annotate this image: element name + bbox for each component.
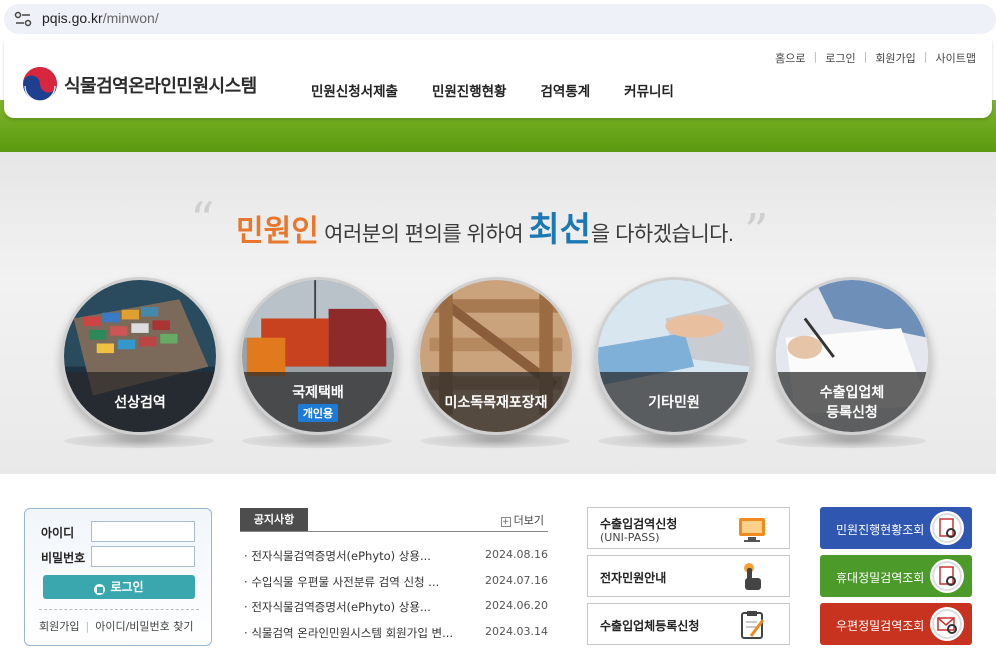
nav-item-application[interactable]: 민원신청서제출: [311, 80, 398, 100]
circle-label: 선상검역: [64, 372, 216, 432]
circle-label: 미소독목재포장재: [420, 372, 572, 432]
circle-shadow: [64, 434, 214, 448]
circle-shadow: [242, 434, 392, 448]
e-civil-guide-button[interactable]: 전자민원안내: [587, 555, 790, 597]
find-account-link[interactable]: 아이디/비밀번호 찾기: [95, 620, 193, 633]
notice-list: · 전자식물검역증명서(ePhyto) 상용... 2024.08.16 · 수입…: [244, 548, 548, 650]
login-box: 아이디 비밀번호 ■ 로그인 회원가입 | 아이디/비밀번호 찾기: [24, 508, 212, 646]
util-login-link[interactable]: 로그인: [825, 50, 855, 66]
slogan: “ 민원인 여러분의 편의를 위하여 최선을 다하겠습니다. ”: [190, 196, 790, 256]
more-link[interactable]: + 더보기: [500, 512, 544, 528]
nav-item-statistics[interactable]: 검역통계: [540, 80, 590, 100]
civil-progress-lookup-button[interactable]: 민원진행현황조회: [820, 507, 972, 549]
main-nav: 민원신청서제출 민원진행현황 검역통계 커뮤니티: [311, 80, 708, 100]
join-link[interactable]: 회원가입: [39, 620, 79, 633]
government-emblem-icon[interactable]: [22, 66, 58, 102]
util-sitemap-link[interactable]: 사이트맵: [936, 50, 976, 66]
slogan-text: 민원인 여러분의 편의를 위하여 최선을 다하겠습니다.: [236, 211, 734, 249]
id-label: 아이디: [41, 526, 75, 540]
wood-packaging-circle[interactable]: 미소독목재포장재: [417, 277, 575, 435]
document-search-icon: [930, 559, 964, 593]
circle-label: 국제택배 개인용: [242, 372, 394, 432]
touch-hand-icon: [744, 563, 761, 590]
notice-tab[interactable]: 공지사항: [240, 508, 308, 531]
company-registration-circle[interactable]: 수출입업체 등록신청: [773, 277, 931, 435]
list-item[interactable]: · 수입식물 우편물 사전분류 검역 신청 ... 2024.07.16: [244, 574, 548, 600]
id-input[interactable]: [91, 521, 195, 542]
carry-on-inspection-lookup-button[interactable]: 휴대정밀검역조회: [820, 555, 972, 597]
close-quote-icon: ”: [744, 204, 769, 260]
url-text: pqis.go.kr/minwon/: [42, 10, 159, 26]
export-import-inspection-button[interactable]: 수출입검역신청 (UNI-PASS): [587, 507, 790, 549]
password-label: 비밀번호: [41, 551, 86, 565]
password-input[interactable]: [91, 546, 195, 567]
site-header: 식물검역온라인민원시스템 홈으로 | 로그인 | 회원가입 | 사이트맵 민원신청서제…: [4, 40, 992, 118]
circle-label: 수출입업체 등록신청: [776, 372, 928, 432]
postal-inspection-lookup-button[interactable]: 우편정밀검역조회: [820, 603, 972, 645]
clipboard-pen-icon: [741, 611, 765, 639]
divider: [240, 531, 548, 532]
company-registration-button[interactable]: 수출입업체등록신청: [587, 603, 790, 645]
ship-inspection-circle[interactable]: 선상검역: [61, 277, 219, 435]
personal-badge: 개인용: [297, 404, 339, 422]
site-title[interactable]: 식물검역온라인민원시스템: [64, 72, 257, 98]
open-quote-icon: “: [190, 192, 215, 248]
list-item[interactable]: · 전자식물검역증명서(ePhyto) 상용... 2024.08.16: [244, 548, 548, 574]
util-home-link[interactable]: 홈으로: [775, 50, 805, 66]
list-item[interactable]: · 전자식물검역증명서(ePhyto) 상용... 2024.06.20: [244, 599, 548, 625]
circle-shadow: [776, 434, 926, 448]
login-button[interactable]: ■ 로그인: [43, 575, 195, 599]
nav-item-community[interactable]: 커뮤니티: [624, 80, 674, 100]
monitor-icon: [739, 518, 765, 542]
main-banner: “ 민원인 여러분의 편의를 위하여 최선을 다하겠습니다. ” 선상검역 국제…: [0, 152, 996, 474]
nav-item-progress[interactable]: 민원진행현황: [432, 80, 507, 100]
circle-label: 기타민원: [598, 372, 750, 432]
browser-address-bar: pqis.go.kr/minwon/: [0, 0, 996, 38]
util-join-link[interactable]: 회원가입: [875, 50, 915, 66]
international-parcel-circle[interactable]: 국제택배 개인용: [239, 277, 397, 435]
notice-board: 공지사항 + 더보기 · 전자식물검역증명서(ePhyto) 상용... 2024.…: [240, 508, 548, 648]
document-search-icon: [930, 511, 964, 545]
list-item[interactable]: · 식물검역 온라인민원시스템 회원가입 변... 2024.03.14: [244, 625, 548, 650]
circle-shadow: [598, 434, 748, 448]
circle-shadow: [420, 434, 570, 448]
site-settings-icon[interactable]: [14, 11, 32, 27]
login-links: 회원가입 | 아이디/비밀번호 찾기: [39, 609, 199, 634]
envelope-search-icon: [930, 607, 964, 641]
utility-links: 홈으로 | 로그인 | 회원가입 | 사이트맵: [775, 50, 976, 66]
plus-icon: +: [500, 517, 511, 527]
url-field[interactable]: pqis.go.kr/minwon/: [4, 4, 996, 34]
other-civil-circle[interactable]: 기타민원: [595, 277, 753, 435]
lock-icon: ■: [94, 584, 106, 595]
